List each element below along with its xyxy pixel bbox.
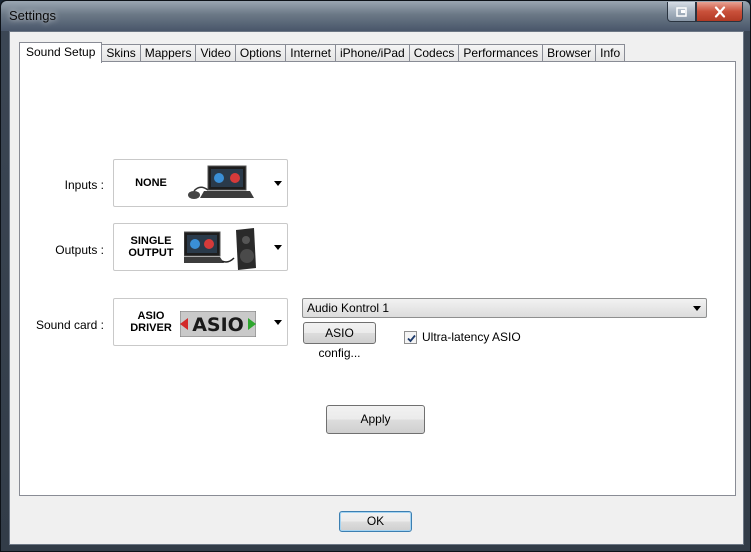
tab-performances[interactable]: Performances: [458, 44, 544, 62]
tab-internet[interactable]: Internet: [285, 44, 336, 62]
sound-card-combo[interactable]: ASIO DRIVER ASIO: [113, 298, 288, 346]
dialog-client-area: Sound Setup Skins Mappers Video Options …: [9, 31, 744, 545]
outputs-combo[interactable]: SINGLE OUTPUT: [113, 223, 288, 271]
inputs-combo[interactable]: NONE: [113, 159, 288, 207]
chevron-down-icon: [693, 306, 701, 311]
asio-logo-text: ASIO: [192, 314, 244, 336]
dropdown-arrow-icon: [274, 181, 282, 186]
outputs-value-line1: SINGLE: [130, 235, 172, 247]
ultra-latency-label: Ultra-latency ASIO: [422, 330, 521, 344]
inputs-value-text: NONE: [135, 177, 167, 189]
tab-browser[interactable]: Browser: [542, 44, 597, 62]
outputs-value: SINGLE OUTPUT: [122, 224, 180, 270]
sound-card-value-line1: ASIO: [137, 310, 165, 322]
restore-button[interactable]: [667, 2, 696, 22]
laptop-speaker-icon: [184, 228, 256, 270]
dropdown-arrow-icon: [274, 245, 282, 250]
sound-card-label: Sound card :: [35, 318, 104, 332]
settings-window: Settings Sound Setup Skins Mappers Video…: [0, 0, 751, 552]
title-bar[interactable]: Settings: [1, 1, 750, 31]
tab-codecs[interactable]: Codecs: [408, 44, 460, 62]
tab-options[interactable]: Options: [234, 44, 287, 62]
close-button[interactable]: [696, 2, 743, 22]
tab-skins[interactable]: Skins: [101, 44, 141, 62]
sound-card-value: ASIO DRIVER: [122, 299, 180, 345]
sound-card-value-line2: DRIVER: [130, 322, 172, 334]
outputs-value-line2: OUTPUT: [128, 247, 174, 259]
ultra-latency-toggle[interactable]: Ultra-latency ASIO: [404, 330, 521, 344]
restore-icon: [675, 6, 687, 17]
inputs-value: NONE: [122, 160, 180, 206]
window-title: Settings: [9, 8, 56, 23]
outputs-label: Outputs :: [55, 243, 104, 257]
audio-device-select[interactable]: Audio Kontrol 1: [302, 298, 707, 318]
ok-button[interactable]: OK: [339, 511, 412, 532]
asio-config-button[interactable]: ASIO config...: [303, 322, 376, 360]
tab-sound-setup[interactable]: Sound Setup: [19, 42, 103, 63]
asio-logo-icon: ASIO: [180, 311, 256, 337]
turntable-laptop-icon: [188, 165, 254, 199]
inputs-label: Inputs :: [64, 178, 104, 192]
dropdown-arrow-icon: [274, 320, 282, 325]
tab-mappers[interactable]: Mappers: [139, 44, 197, 62]
checkmark-icon: [407, 334, 416, 342]
sound-setup-panel: Inputs : NONE Outputs : SINGLE OUTPUT So…: [19, 61, 736, 496]
ultra-latency-checkbox[interactable]: [404, 330, 417, 344]
tab-iphone-ipad[interactable]: iPhone/iPad: [334, 44, 410, 62]
apply-button[interactable]: Apply: [326, 405, 425, 434]
tab-info[interactable]: Info: [595, 44, 626, 62]
close-icon: [714, 6, 725, 17]
tab-strip: Sound Setup Skins Mappers Video Options …: [19, 42, 626, 63]
audio-device-value: Audio Kontrol 1: [307, 301, 390, 315]
tab-video[interactable]: Video: [195, 44, 236, 62]
